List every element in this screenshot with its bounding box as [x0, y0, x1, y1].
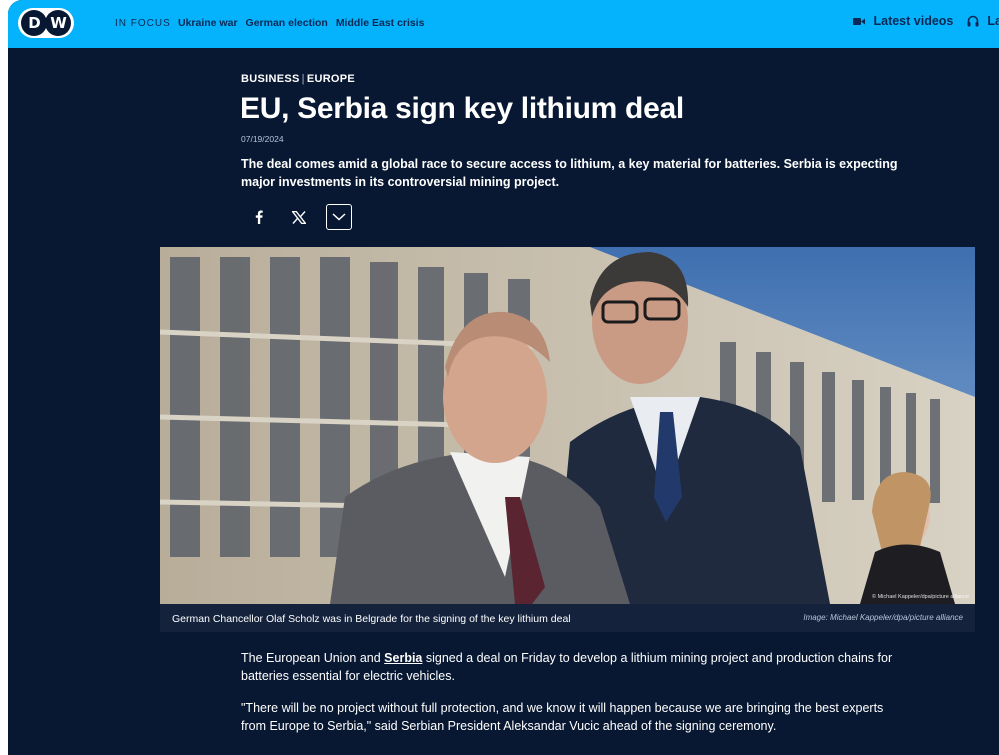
- kicker-category[interactable]: BUSINESS: [241, 73, 300, 85]
- article-hero-image: © Michael Kappeler/dpa/picture alliance: [160, 247, 975, 604]
- latest-audio-link[interactable]: Latest audio: [967, 14, 999, 28]
- focus-link-middle-east-crisis[interactable]: Middle East crisis: [336, 17, 425, 29]
- video-camera-icon: [853, 17, 866, 25]
- share-bar: [246, 204, 352, 230]
- headphones-icon: [967, 15, 979, 27]
- kicker-separator: |: [301, 73, 305, 85]
- share-x-button[interactable]: [286, 204, 312, 230]
- facebook-icon: [255, 210, 263, 224]
- dw-logo[interactable]: DW: [18, 8, 74, 38]
- article-kicker: BUSINESS | EUROPE: [241, 73, 355, 85]
- paragraph-1-before: The European Union and: [241, 651, 385, 665]
- x-icon: [292, 210, 306, 224]
- serbia-link[interactable]: Serbia: [384, 651, 422, 665]
- image-caption: German Chancellor Olaf Scholz was in Bel…: [172, 613, 571, 625]
- article-date: 07/19/2024: [241, 134, 284, 144]
- latest-videos-link[interactable]: Latest videos: [853, 14, 953, 28]
- in-focus-label: IN FOCUS: [115, 18, 171, 29]
- media-nav: Latest videos Latest audio: [853, 14, 999, 28]
- share-more-button[interactable]: [326, 204, 352, 230]
- image-caption-bar: German Chancellor Olaf Scholz was in Bel…: [160, 604, 975, 632]
- article-paragraph-2: "There will be no project without full p…: [241, 701, 884, 733]
- chevron-down-icon: [332, 213, 346, 221]
- kicker-region[interactable]: EUROPE: [307, 73, 355, 85]
- focus-link-ukraine-war[interactable]: Ukraine war: [178, 17, 238, 29]
- focus-links: Ukraine war German election Middle East …: [178, 17, 425, 29]
- focus-link-german-election[interactable]: German election: [246, 17, 328, 29]
- image-overlay-credit: © Michael Kappeler/dpa/picture alliance: [872, 594, 969, 600]
- article-headline: EU, Serbia sign key lithium deal: [240, 92, 684, 125]
- top-navigation-bar: DW IN FOCUS Ukraine war German election …: [8, 0, 999, 48]
- latest-audio-label: Latest audio: [987, 14, 999, 28]
- image-credit: Image: Michael Kappeler/dpa/picture alli…: [803, 613, 963, 622]
- article-paragraph-1: The European Union and Serbia signed a d…: [241, 650, 911, 685]
- hero-photo-illustration: [160, 247, 975, 604]
- share-facebook-button[interactable]: [246, 204, 272, 230]
- latest-videos-label: Latest videos: [873, 14, 954, 28]
- article-lede: The deal comes amid a global race to sec…: [241, 157, 898, 189]
- page-frame: DW IN FOCUS Ukraine war German election …: [8, 0, 999, 755]
